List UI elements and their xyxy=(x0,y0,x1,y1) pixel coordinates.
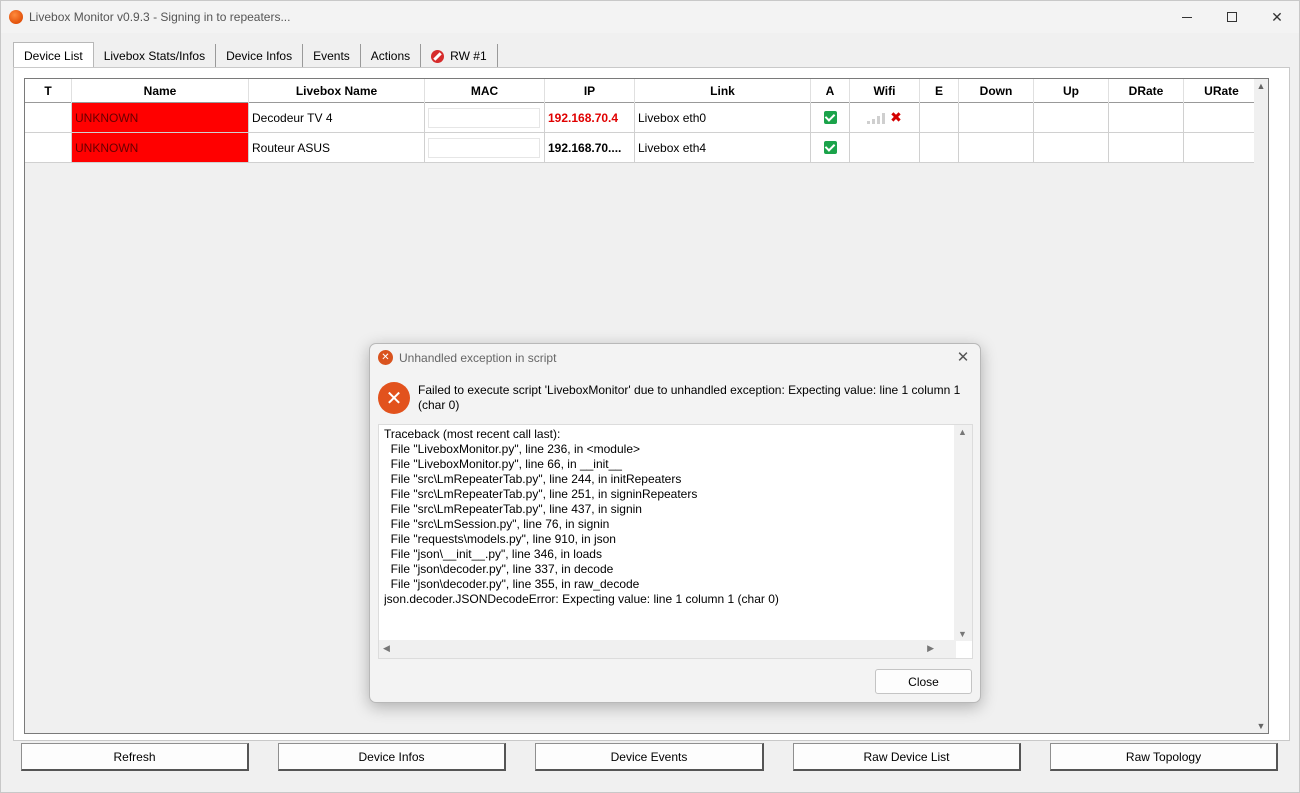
column-header-e[interactable]: E xyxy=(920,79,959,103)
exception-dialog: ✕ Unhandled exception in script ✕ ✕ Fail… xyxy=(369,343,981,703)
cell-e xyxy=(920,103,959,133)
tab-device-infos[interactable]: Device Infos xyxy=(216,44,304,68)
cell-livebox-name: Decodeur TV 4 xyxy=(249,103,425,133)
column-header-t[interactable]: T xyxy=(25,79,72,103)
tab-livebox-stats[interactable]: Livebox Stats/Infos xyxy=(93,44,217,68)
cell-mac xyxy=(425,103,545,133)
cell-down xyxy=(959,133,1034,163)
traceback-horizontal-scrollbar[interactable]: ◀ ▶ xyxy=(379,640,956,658)
cell-wifi: ✖ xyxy=(850,103,920,133)
tab-label: Device Infos xyxy=(226,49,293,63)
minimize-icon xyxy=(1182,16,1192,18)
column-header-mac[interactable]: MAC xyxy=(425,79,545,103)
column-header-drate[interactable]: DRate xyxy=(1109,79,1184,103)
column-header-active[interactable]: A xyxy=(811,79,850,103)
dialog-close-icon[interactable]: ✕ xyxy=(954,348,972,366)
refresh-button[interactable]: Refresh xyxy=(21,743,249,771)
cell-down xyxy=(959,103,1034,133)
cell-t xyxy=(25,103,72,133)
table-row[interactable]: UNKNOWN Routeur ASUS 192.168.70.... Live… xyxy=(25,133,1260,163)
column-header-name[interactable]: Name xyxy=(72,79,249,103)
main-window: Livebox Monitor v0.9.3 - Signing in to r… xyxy=(0,0,1300,793)
disconnected-x-icon: ✖ xyxy=(890,109,902,125)
cell-drate xyxy=(1109,133,1184,163)
column-header-livebox-name[interactable]: Livebox Name xyxy=(249,79,425,103)
maximize-button[interactable] xyxy=(1209,1,1255,33)
tab-actions[interactable]: Actions xyxy=(360,44,422,68)
cell-active xyxy=(811,103,850,133)
cell-t xyxy=(25,133,72,163)
scroll-left-icon[interactable]: ◀ xyxy=(383,643,390,654)
cell-e xyxy=(920,133,959,163)
column-header-wifi[interactable]: Wifi xyxy=(850,79,920,103)
cell-ip: 192.168.70.4 xyxy=(545,103,635,133)
raw-topology-button[interactable]: Raw Topology xyxy=(1050,743,1278,771)
checkmark-icon xyxy=(823,111,837,124)
error-message: Failed to execute script 'LiveboxMonitor… xyxy=(418,383,961,412)
cell-mac xyxy=(425,133,545,163)
scroll-up-icon[interactable]: ▲ xyxy=(1256,81,1266,91)
tab-rw-1[interactable]: RW #1 xyxy=(421,44,498,68)
cell-link: Livebox eth4 xyxy=(635,133,811,163)
column-header-urate[interactable]: URate xyxy=(1184,79,1260,103)
tab-label: Events xyxy=(313,49,350,63)
tab-label: Device List xyxy=(24,48,83,63)
tab-bar: Device List Livebox Stats/Infos Device I… xyxy=(13,42,498,68)
close-icon: ✕ xyxy=(1271,8,1283,25)
window-title: Livebox Monitor v0.9.3 - Signing in to r… xyxy=(29,10,291,24)
cell-livebox-name: Routeur ASUS xyxy=(249,133,425,163)
dialog-title: Unhandled exception in script xyxy=(399,351,557,365)
table-header: T Name Livebox Name MAC IP Link A Wifi E… xyxy=(25,79,1260,103)
maximize-icon xyxy=(1227,12,1237,22)
column-header-ip[interactable]: IP xyxy=(545,79,635,103)
traceback-text: Traceback (most recent call last): File … xyxy=(384,427,779,606)
table-row[interactable]: UNKNOWN Decodeur TV 4 192.168.70.4 Liveb… xyxy=(25,103,1260,133)
title-bar: Livebox Monitor v0.9.3 - Signing in to r… xyxy=(1,1,1299,33)
column-header-down[interactable]: Down xyxy=(959,79,1034,103)
cell-urate xyxy=(1184,133,1260,163)
cell-urate xyxy=(1184,103,1260,133)
cell-name: UNKNOWN xyxy=(72,133,249,163)
column-header-link[interactable]: Link xyxy=(635,79,811,103)
mac-value xyxy=(428,107,540,128)
scroll-down-icon[interactable]: ▼ xyxy=(1256,721,1266,731)
scroll-up-icon[interactable]: ▲ xyxy=(958,427,967,437)
device-infos-button[interactable]: Device Infos xyxy=(278,743,506,771)
close-button[interactable]: Close xyxy=(875,669,972,694)
error-icon: ✕ xyxy=(378,350,393,365)
signal-strength-icon xyxy=(867,112,886,124)
tab-events[interactable]: Events xyxy=(303,44,361,68)
tab-label: Actions xyxy=(370,49,411,63)
error-icon: ✕ xyxy=(378,382,410,414)
cell-up xyxy=(1034,103,1109,133)
raw-device-list-button[interactable]: Raw Device List xyxy=(793,743,1021,771)
checkmark-icon xyxy=(823,141,837,154)
cell-up xyxy=(1034,133,1109,163)
traceback-textbox[interactable]: Traceback (most recent call last): File … xyxy=(378,424,973,659)
cell-active xyxy=(811,133,850,163)
mac-value xyxy=(428,137,540,158)
cell-drate xyxy=(1109,103,1184,133)
scroll-down-icon[interactable]: ▼ xyxy=(958,629,967,639)
column-header-up[interactable]: Up xyxy=(1034,79,1109,103)
tab-device-list[interactable]: Device List xyxy=(13,42,94,68)
cell-name: UNKNOWN xyxy=(72,103,249,133)
tab-label: Livebox Stats/Infos xyxy=(103,49,206,63)
table-vertical-scrollbar[interactable]: ▲ ▼ xyxy=(1254,79,1268,733)
scroll-right-icon[interactable]: ▶ xyxy=(927,643,934,654)
cell-wifi xyxy=(850,133,920,163)
cell-ip: 192.168.70.... xyxy=(545,133,635,163)
minimize-button[interactable] xyxy=(1164,1,1210,33)
no-entry-icon xyxy=(431,49,445,63)
cell-link: Livebox eth0 xyxy=(635,103,811,133)
close-window-button[interactable]: ✕ xyxy=(1254,1,1300,33)
traceback-vertical-scrollbar[interactable]: ▲ ▼ xyxy=(954,425,972,641)
livebox-orange-icon xyxy=(9,10,23,24)
tab-label: RW #1 xyxy=(450,49,487,63)
device-events-button[interactable]: Device Events xyxy=(535,743,764,771)
